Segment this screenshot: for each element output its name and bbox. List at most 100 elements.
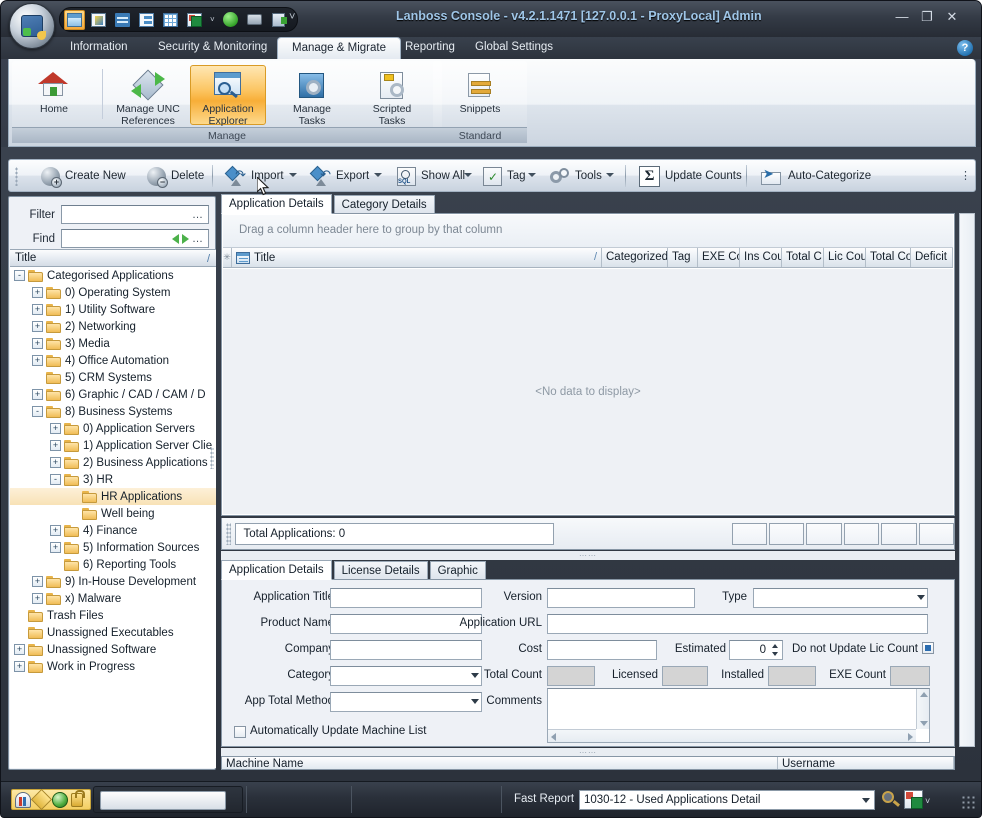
tree-item[interactable]: -Categorised Applications — [10, 267, 216, 284]
ribbon-button-home[interactable]: Home — [16, 65, 92, 125]
grid-column-header[interactable]: Deficit — [911, 248, 953, 267]
expand-icon[interactable]: + — [14, 644, 25, 655]
expand-icon[interactable]: + — [50, 423, 61, 434]
grid-column-header[interactable]: Tag — [668, 248, 698, 267]
tree-item[interactable]: 6) Reporting Tools — [10, 556, 216, 573]
tree-item[interactable]: +Unassigned Software — [10, 641, 216, 658]
category-tree[interactable]: -Categorised Applications+0) Operating S… — [10, 267, 216, 768]
expand-icon[interactable]: + — [32, 338, 43, 349]
tag-button[interactable]: ✓ Tag — [477, 163, 532, 189]
expand-icon[interactable]: + — [32, 321, 43, 332]
tree-item[interactable]: +6) Graphic / CAD / CAM / D — [10, 386, 216, 403]
export-dropdown-chevron-icon[interactable] — [374, 173, 382, 177]
app-total-method-combo[interactable] — [330, 692, 482, 712]
tree-item[interactable]: +4) Finance — [10, 522, 216, 539]
expand-icon[interactable]: + — [32, 576, 43, 587]
scroll-down-icon[interactable] — [920, 721, 928, 726]
server-icon[interactable] — [112, 10, 133, 30]
collapse-icon[interactable]: - — [32, 406, 43, 417]
tab-reporting[interactable]: Reporting — [391, 37, 469, 59]
grid-column-header[interactable]: Title/ — [232, 248, 602, 267]
expand-icon[interactable]: + — [32, 304, 43, 315]
print-icon[interactable] — [244, 10, 265, 30]
grid-column-header[interactable]: EXE Co — [698, 248, 740, 267]
database-icon[interactable] — [15, 792, 31, 808]
grid-column-header[interactable]: Lic Cou — [824, 248, 866, 267]
cost-input[interactable] — [547, 640, 657, 660]
estimated-spinner[interactable]: 0 — [729, 640, 783, 660]
collapse-icon[interactable]: - — [14, 270, 25, 281]
maximize-button[interactable]: ❐ — [916, 8, 938, 26]
category-combo[interactable] — [330, 666, 482, 686]
grid-column-header[interactable]: Ins Cou — [740, 248, 782, 267]
tag-dropdown-chevron-icon[interactable] — [528, 173, 536, 177]
version-input[interactable] — [547, 588, 695, 608]
expand-icon[interactable]: + — [32, 593, 43, 604]
detail-tab-application-details[interactable]: Application Details — [221, 560, 332, 580]
application-url-input[interactable] — [547, 614, 928, 634]
tab-application-details[interactable]: Application Details — [221, 194, 332, 214]
tree-item[interactable]: +2) Business Applications — [10, 454, 216, 471]
find-input[interactable]: … — [61, 229, 209, 248]
expand-icon[interactable]: + — [32, 287, 43, 298]
diamond-icon[interactable] — [31, 789, 52, 810]
tree-view-icon[interactable] — [136, 10, 157, 30]
tab-security-monitoring[interactable]: Security & Monitoring — [144, 37, 281, 59]
show-all-button[interactable]: Show All — [391, 163, 471, 189]
create-new-button[interactable]: + Create New — [35, 163, 132, 189]
ribbon-button-scripted-tasks[interactable]: Scripted Tasks — [354, 65, 430, 125]
tree-column-header[interactable]: Title / — [10, 249, 216, 267]
qat-overflow-chevron-icon[interactable]: ˅ — [289, 11, 295, 23]
magnifier-icon[interactable] — [881, 790, 900, 809]
scroll-right-icon[interactable] — [908, 733, 913, 741]
tree-item[interactable]: +9) In-House Development — [10, 573, 216, 590]
filter-ellipsis-button[interactable]: … — [192, 209, 204, 221]
scroll-up-icon[interactable] — [920, 692, 928, 697]
type-chevron-down-icon[interactable] — [917, 595, 925, 600]
company-input[interactable] — [330, 640, 482, 660]
tree-item[interactable]: +x) Malware — [10, 590, 216, 607]
tree-item[interactable]: -3) HR — [10, 471, 216, 488]
toolbar-grip[interactable] — [15, 167, 18, 186]
ribbon-button-manage-tasks[interactable]: Manage Tasks — [274, 65, 350, 125]
grid-view-icon[interactable] — [160, 10, 181, 30]
machine-name-column-header[interactable]: Machine Name — [222, 757, 778, 770]
find-previous-icon[interactable] — [172, 234, 179, 244]
do-not-update-lic-count-checkbox[interactable] — [922, 642, 934, 654]
expand-icon[interactable]: + — [32, 355, 43, 366]
delete-button[interactable]: − Delete — [141, 163, 210, 189]
auto-categorize-button[interactable]: ➤ Auto-Categorize — [755, 163, 877, 189]
summary-grip[interactable] — [226, 523, 231, 545]
import-button[interactable]: ↷ Import — [221, 163, 290, 189]
tree-item[interactable]: Trash Files — [10, 607, 216, 624]
estimated-decrement-icon[interactable] — [772, 652, 778, 656]
ribbon-button-application-explorer[interactable]: Application Explorer — [190, 65, 266, 125]
tree-item[interactable]: +0) Operating System — [10, 284, 216, 301]
window-view-icon[interactable] — [64, 10, 85, 30]
comments-vertical-scrollbar[interactable] — [916, 689, 929, 729]
fast-report-chevron-down-icon[interactable] — [862, 798, 870, 803]
expand-icon[interactable]: + — [32, 389, 43, 400]
exit-icon[interactable] — [268, 10, 289, 30]
show-all-dropdown-chevron-icon[interactable] — [464, 173, 472, 177]
export-excel-icon[interactable] — [184, 10, 205, 30]
grid-select-all-cell[interactable]: ✳ — [223, 248, 232, 267]
main-panel-scrollbar[interactable] — [959, 213, 975, 747]
lock-icon[interactable] — [71, 793, 83, 807]
panel-resize-grip[interactable] — [210, 447, 214, 469]
tree-item[interactable]: +4) Office Automation — [10, 352, 216, 369]
application-menu-orb[interactable] — [9, 3, 55, 49]
tree-item[interactable]: 5) CRM Systems — [10, 369, 216, 386]
toolbar-overflow-button[interactable]: ⋮ — [960, 169, 971, 182]
group-by-panel[interactable]: Drag a column header here to group by th… — [223, 215, 953, 248]
type-combo[interactable] — [753, 588, 928, 608]
export-button[interactable]: ↶ Export — [306, 163, 375, 189]
tab-category-details[interactable]: Category Details — [334, 195, 435, 214]
tools-dropdown-chevron-icon[interactable] — [606, 173, 614, 177]
tree-item[interactable]: +1) Application Server Clie — [10, 437, 216, 454]
tree-item[interactable]: +0) Application Servers — [10, 420, 216, 437]
detail-tab-graphic[interactable]: Graphic — [430, 561, 486, 580]
expand-icon[interactable]: + — [50, 525, 61, 536]
close-button[interactable]: ✕ — [941, 8, 963, 26]
ribbon-button-manage-unc-references[interactable]: Manage UNC References — [110, 65, 186, 125]
